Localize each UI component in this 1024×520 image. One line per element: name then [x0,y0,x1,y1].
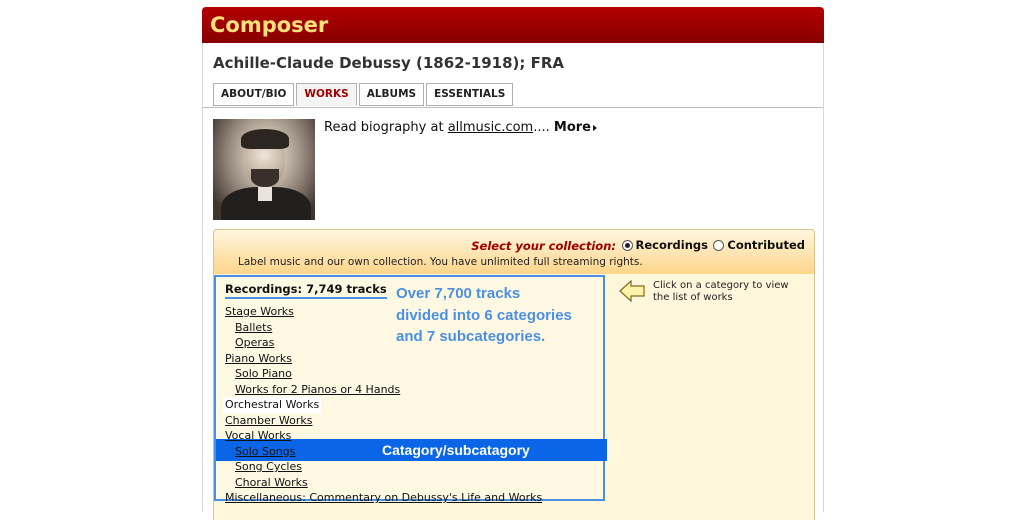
category-orchestral-works[interactable]: Orchestral Works [223,397,322,413]
more-link[interactable]: More [554,120,598,135]
bio-suffix: .... [533,120,550,135]
composer-photo [213,119,315,220]
collection-label: Select your collection: [471,239,616,253]
subcategory-two-pianos[interactable]: Works for 2 Pianos or 4 Hands [225,382,542,398]
works-panel: Select your collection: Recordings Contr… [213,229,815,520]
category-miscellaneous[interactable]: Miscellaneous: Commentary on Debussy's L… [225,490,542,506]
recordings-heading: Recordings: 7,749 tracks [225,282,387,299]
subcategory-choral-works[interactable]: Choral Works [225,475,542,491]
subcategory-solo-piano[interactable]: Solo Piano [225,366,542,382]
radio-contributed-label: Contributed [727,238,805,252]
category-list: Stage Works Ballets Operas Piano Works S… [223,304,542,506]
subcategory-operas[interactable]: Operas [225,335,542,351]
category-vocal-works[interactable]: Vocal Works [225,428,542,444]
category-hint: Click on a category to view the list of … [619,280,808,304]
radio-recordings-label: Recordings [635,238,708,252]
triangle-right-icon [593,124,598,131]
bio-prefix: Read biography at [324,120,448,135]
radio-recordings[interactable]: Recordings [621,238,708,252]
header-bar: Composer [202,7,824,43]
tab-bar: ABOUT/BIO WORKS ALBUMS ESSENTIALS [213,83,514,106]
category-list-box: Recordings: 7,749 tracks Over 7,700 trac… [214,275,607,504]
allmusic-link[interactable]: allmusic.com [448,120,534,135]
bio-line: Read biography at allmusic.com.... More [324,120,598,135]
composer-page: Composer Achille-Claude Debussy (1862-19… [202,7,824,520]
tab-about-bio[interactable]: ABOUT/BIO [213,83,295,106]
arrow-left-icon [619,280,645,302]
radio-unselected-icon [713,239,725,251]
collection-info: Label music and our own collection. You … [238,256,643,268]
subcategory-song-cycles[interactable]: Song Cycles [225,459,542,475]
tab-works[interactable]: WORKS [296,83,357,106]
header-title: Composer [210,13,329,37]
radio-selected-icon [621,239,633,251]
category-orchestral-works-row: Orchestral Works [223,397,542,413]
category-piano-works[interactable]: Piano Works [225,351,542,367]
radio-contributed[interactable]: Contributed [713,238,805,252]
tab-essentials[interactable]: ESSENTIALS [426,83,514,106]
callout-line-1: Over 7,700 tracks [396,285,521,302]
subcategory-ballets[interactable]: Ballets [225,320,542,336]
hint-text: Click on a category to view the list of … [653,280,789,303]
category-stage-works[interactable]: Stage Works [225,304,542,320]
composer-name: Achille-Claude Debussy (1862-1918); FRA [213,54,565,72]
category-chamber-works[interactable]: Chamber Works [225,413,542,429]
subcategory-solo-songs[interactable]: Solo Songs [225,444,542,460]
collection-header: Select your collection: Recordings Contr… [214,230,814,274]
tab-albums[interactable]: ALBUMS [358,83,425,106]
tab-divider [203,107,823,108]
